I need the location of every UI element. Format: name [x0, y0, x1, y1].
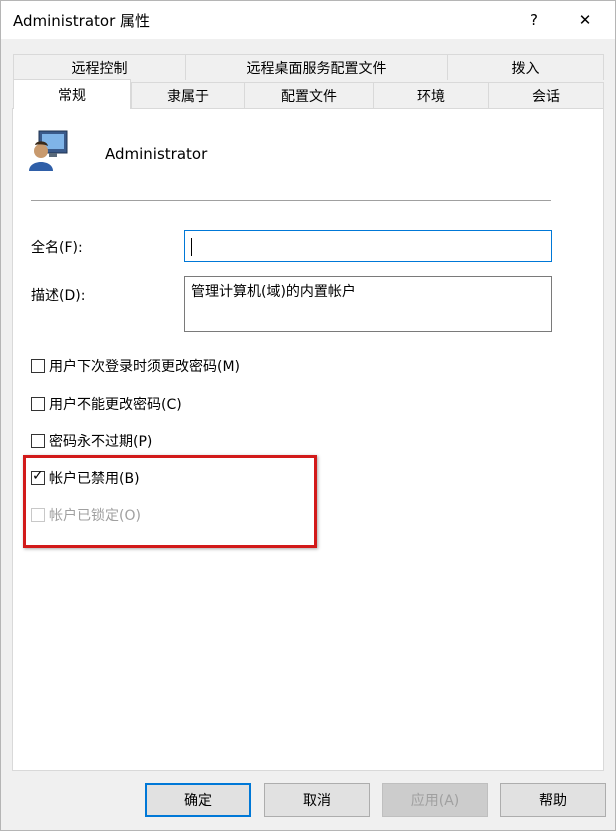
- account-name: Administrator: [105, 145, 208, 163]
- window-title: Administrator 属性: [13, 12, 151, 30]
- tab-sessions[interactable]: 会话: [488, 82, 604, 108]
- help-icon[interactable]: ?: [511, 1, 557, 39]
- tab-remote-control[interactable]: 远程控制: [13, 54, 186, 80]
- description-label: 描述(D):: [31, 288, 86, 304]
- properties-dialog: Administrator 属性 ? ✕ 远程控制 远程桌面服务配置文件 拨入 …: [0, 0, 616, 831]
- tab-dial-in[interactable]: 拨入: [447, 54, 604, 80]
- checkbox-box[interactable]: [31, 434, 45, 448]
- fullname-field[interactable]: [184, 230, 552, 262]
- annotation-highlight-box: [23, 455, 317, 548]
- checkbox-must-change-password[interactable]: 用户下次登录时须更改密码(M): [31, 356, 240, 376]
- tab-remote-desktop-profile[interactable]: 远程桌面服务配置文件: [185, 54, 448, 80]
- checkbox-cannot-change-password[interactable]: 用户不能更改密码(C): [31, 394, 182, 414]
- tab-profile[interactable]: 配置文件: [244, 82, 374, 108]
- apply-button: 应用(A): [382, 783, 488, 817]
- user-account-icon: [29, 130, 68, 171]
- title-bar: Administrator 属性 ? ✕: [1, 1, 615, 39]
- tab-member-of[interactable]: 隶属于: [131, 82, 245, 108]
- checkbox-box[interactable]: [31, 397, 45, 411]
- checkbox-label: 用户不能更改密码(C): [49, 397, 182, 413]
- tab-general[interactable]: 常规: [13, 79, 131, 109]
- fullname-label: 全名(F):: [31, 240, 83, 256]
- cancel-button[interactable]: 取消: [264, 783, 370, 817]
- description-value: 管理计算机(域)的内置帐户: [191, 284, 356, 300]
- close-icon[interactable]: ✕: [562, 1, 608, 39]
- checkbox-password-never-expires[interactable]: 密码永不过期(P): [31, 431, 152, 451]
- ok-button[interactable]: 确定: [145, 783, 251, 817]
- description-field[interactable]: 管理计算机(域)的内置帐户: [184, 276, 552, 332]
- checkbox-label: 用户下次登录时须更改密码(M): [49, 359, 241, 375]
- divider: [31, 200, 551, 201]
- tab-environment[interactable]: 环境: [373, 82, 489, 108]
- checkbox-label: 密码永不过期(P): [49, 434, 153, 450]
- help-button[interactable]: 帮助: [500, 783, 606, 817]
- text-caret: [191, 238, 192, 256]
- checkbox-box[interactable]: [31, 359, 45, 373]
